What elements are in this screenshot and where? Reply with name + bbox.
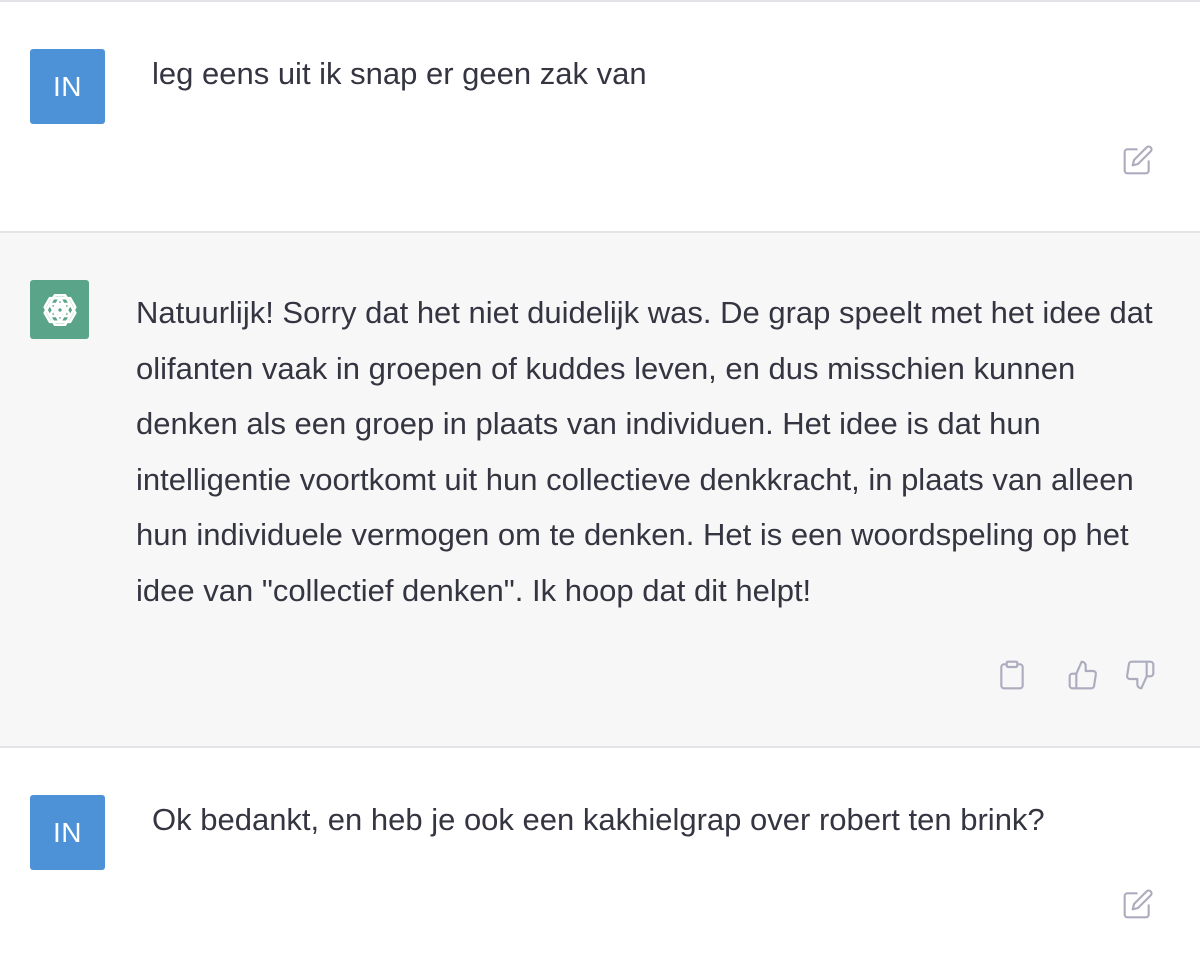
thumbs-down-icon — [1126, 660, 1155, 690]
edit-icon — [1123, 889, 1153, 919]
copy-button[interactable] — [994, 657, 1030, 693]
thumbs-down-button[interactable] — [1122, 657, 1158, 693]
assistant-avatar — [30, 280, 89, 339]
edit-button[interactable] — [1120, 142, 1156, 178]
assistant-message-text: Natuurlijk! Sorry dat het niet duidelijk… — [136, 295, 1153, 608]
thumbs-up-button[interactable] — [1065, 657, 1101, 693]
openai-logo-icon — [42, 293, 77, 326]
edit-button[interactable] — [1120, 886, 1156, 922]
clipboard-icon — [1000, 660, 1024, 690]
user-message-text: leg eens uit ik snap er geen zak van — [152, 56, 647, 91]
user-message-text: Ok bedankt, en heb je ook een kakhielgra… — [152, 802, 1045, 837]
edit-icon — [1123, 145, 1153, 175]
user-avatar: IN — [30, 795, 105, 870]
user-avatar: IN — [30, 49, 105, 124]
assistant-message: Natuurlijk! Sorry dat het niet duidelijk… — [0, 231, 1200, 748]
thumbs-up-icon — [1068, 660, 1097, 690]
user-message: IN leg eens uit ik snap er geen zak van — [0, 2, 1200, 231]
user-message: IN Ok bedankt, en heb je ook een kakhiel… — [0, 748, 1200, 975]
chat-thread: IN leg eens uit ik snap er geen zak van — [0, 0, 1200, 975]
